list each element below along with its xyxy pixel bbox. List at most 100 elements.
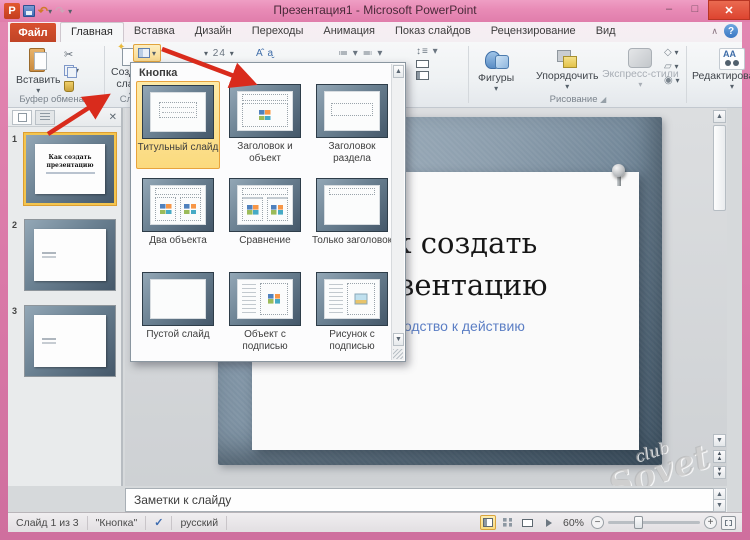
align-text-icon[interactable] <box>416 71 429 80</box>
scroll-up-icon[interactable]: ▲ <box>713 110 726 123</box>
font-size-combo[interactable]: ▾ 24 ▾ <box>204 48 235 59</box>
next-slide-button[interactable]: ▼▼ <box>713 466 726 479</box>
slide-thumbnail-1[interactable]: 1 Как создатьпрезентацию <box>10 132 120 212</box>
layout-label: Заголовок и объект <box>223 141 307 164</box>
layout-option-two-objects[interactable]: Два объекта <box>136 175 220 263</box>
layout-thumbnail <box>229 84 301 138</box>
format-painter-button[interactable] <box>64 80 79 93</box>
layout-sketch <box>242 197 264 221</box>
columns-icon[interactable] <box>416 60 429 68</box>
gallery-scrollbar[interactable]: ▲ ▼ <box>391 64 404 360</box>
drawing-dialog-launcher-icon[interactable]: ◢ <box>600 95 606 104</box>
vertical-scrollbar[interactable]: ▲ ▼ ▲▲ ▼▼ <box>713 110 727 484</box>
zoom-out-button[interactable]: − <box>591 516 604 529</box>
notes-scroll-down-icon[interactable]: ▼ <box>713 499 726 512</box>
notes-placeholder: Заметки к слайду <box>134 493 231 507</box>
tab-transitions[interactable]: Переходы <box>242 22 314 42</box>
shapes-button[interactable]: Фигуры ▾ <box>478 48 514 93</box>
layout-sketch <box>242 284 256 314</box>
tab-slides-thumbnails[interactable] <box>12 110 32 125</box>
layout-sketch <box>331 103 372 115</box>
scissors-icon: ✂ <box>64 48 73 61</box>
layout-button[interactable]: ▾ <box>133 44 161 62</box>
tab-file[interactable]: Файл <box>10 23 56 42</box>
arrange-button[interactable]: Упорядочить ▾ <box>536 48 598 91</box>
layout-thumbnail <box>316 178 388 232</box>
layout-option-blank[interactable]: Пустой слайд <box>136 269 220 357</box>
layout-option-object-caption[interactable]: Объект с подписью <box>223 269 307 357</box>
clipboard-group-label: Буфер обмена ◢ <box>12 94 100 105</box>
shape-effects-button[interactable]: ◉ ▾ <box>664 75 680 86</box>
layout-sketch <box>242 94 288 100</box>
language-status[interactable]: русский <box>172 516 227 530</box>
scroll-down-icon[interactable]: ▼ <box>713 434 726 447</box>
previous-slide-button[interactable]: ▲▲ <box>713 450 726 463</box>
cut-button[interactable]: ✂ <box>64 48 79 61</box>
tab-animation[interactable]: Анимация <box>313 22 385 42</box>
layout-option-title-only[interactable]: Только заголовок <box>310 175 394 263</box>
font-size-dropdown-icon: ▾ <box>230 49 235 58</box>
view-sorter-button[interactable] <box>500 515 516 530</box>
layout-option-picture-caption[interactable]: Рисунок с подписью <box>310 269 394 357</box>
layout-label: Рисунок с подписью <box>310 329 394 352</box>
view-reading-button[interactable] <box>520 515 536 530</box>
layout-option-title-slide[interactable]: Титульный слайд <box>136 81 220 169</box>
slide-number: 2 <box>12 220 17 230</box>
zoom-slider[interactable] <box>608 521 700 524</box>
gallery-scroll-up-icon[interactable]: ▲ <box>393 65 404 78</box>
layout-label: Объект с подписью <box>223 329 307 352</box>
tab-view[interactable]: Вид <box>586 22 626 42</box>
layout-option-comparison[interactable]: Сравнение <box>223 175 307 263</box>
layout-label: Заголовок раздела <box>310 141 394 164</box>
grow-shrink-font-buttons[interactable]: А̂ а̬ <box>256 48 274 59</box>
close-panel-icon[interactable]: ✕ <box>109 112 117 123</box>
spellcheck-status[interactable]: ✓ <box>146 516 172 530</box>
tab-slideshow[interactable]: Показ слайдов <box>385 22 481 42</box>
tab-outline[interactable] <box>35 110 55 125</box>
layout-sketch <box>155 188 201 194</box>
view-slideshow-button[interactable] <box>540 515 556 530</box>
slide-thumbnail-3[interactable]: 3 <box>10 304 120 384</box>
layout-option-title-object[interactable]: Заголовок и объект <box>223 81 307 169</box>
scrollbar-thumb[interactable] <box>713 125 726 211</box>
layout-sketch <box>242 103 288 127</box>
zoom-slider-thumb[interactable] <box>634 516 643 529</box>
notes-scrollbar[interactable]: ▲ ▼ <box>713 488 727 512</box>
slide-thumbnail-2[interactable]: 2 <box>10 218 120 298</box>
close-button[interactable]: ✕ <box>708 0 750 20</box>
copy-icon <box>64 65 75 76</box>
tab-home[interactable]: Главная <box>60 22 124 42</box>
minimize-button[interactable]: – <box>656 0 682 18</box>
layout-label: Два объекта <box>136 235 220 247</box>
shape-outline-button[interactable]: ▱ ▾ <box>664 61 680 72</box>
editing-button[interactable]: Редактирование ▾ <box>692 48 750 91</box>
maximize-button[interactable]: □ <box>682 0 708 18</box>
thumbnail-title: Как создатьпрезентацию <box>35 154 105 169</box>
spellcheck-icon: ✓ <box>154 516 163 529</box>
fit-to-window-button[interactable] <box>721 516 736 530</box>
clipboard-dialog-launcher-icon[interactable]: ◢ <box>87 95 93 104</box>
minimize-ribbon-icon[interactable]: ∧ <box>711 26 718 37</box>
paste-button[interactable]: Вставить ▾ <box>16 46 61 95</box>
notes-area[interactable]: Заметки к слайду <box>125 488 727 512</box>
tab-insert[interactable]: Вставка <box>124 22 185 42</box>
arrange-dropdown-icon: ▾ <box>565 82 569 91</box>
gallery-scroll-down-icon[interactable]: ▼ <box>393 333 404 346</box>
zoom-in-button[interactable]: + <box>704 516 717 529</box>
help-icon[interactable]: ? <box>724 24 738 38</box>
gallery-resize-grip[interactable] <box>393 349 403 359</box>
tab-review[interactable]: Рецензирование <box>481 22 586 42</box>
layout-option-section-header[interactable]: Заголовок раздела <box>310 81 394 169</box>
copy-button[interactable]: ▾ <box>64 64 79 77</box>
line-spacing-button[interactable]: ↕≡ ▾ <box>416 46 439 57</box>
window-controls: – □ ✕ <box>656 0 750 20</box>
slides-tab-icon <box>18 113 27 122</box>
tab-design[interactable]: Дизайн <box>185 22 242 42</box>
layout-sketch <box>155 197 177 221</box>
list-buttons[interactable]: ≔ ▾ ≕ ▾ <box>338 48 383 59</box>
shape-fill-button[interactable]: ◇ ▾ <box>664 47 680 58</box>
zoom-level[interactable]: 60% <box>563 517 584 529</box>
view-normal-button[interactable] <box>480 515 496 530</box>
layout-dropdown-icon: ▾ <box>152 49 156 58</box>
slideshow-icon <box>546 519 552 527</box>
